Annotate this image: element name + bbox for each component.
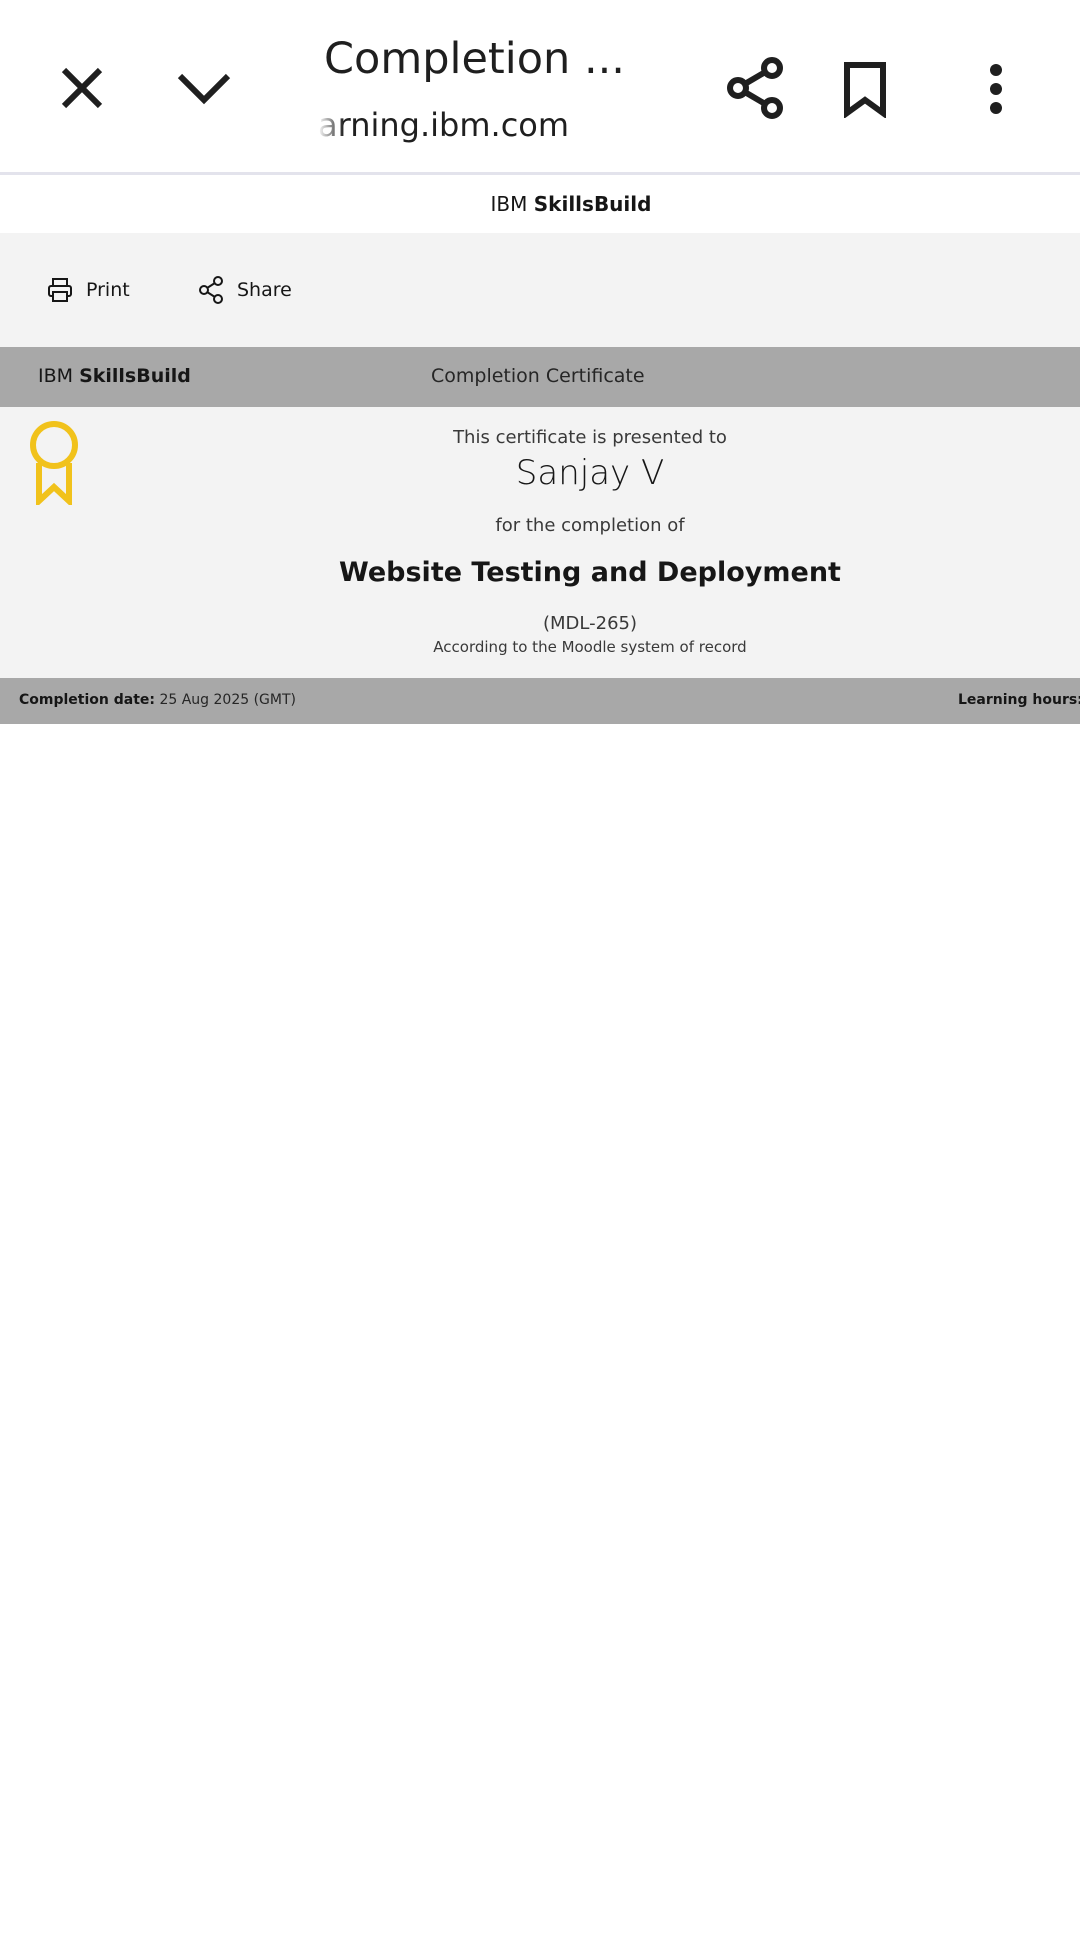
certificate-header: IBM SkillsBuild Completion Certificate [0,347,1080,407]
certificate-brand: IBM SkillsBuild [38,365,191,387]
print-button[interactable]: Print [46,273,130,307]
certificate-body: This certificate is presented to Sanjay … [0,407,1080,678]
browser-toolbar: Completion ... arning.ibm.com [0,0,1080,175]
course-name: Website Testing and Deployment [339,557,841,588]
close-icon[interactable] [52,58,112,118]
cert-brand-name: SkillsBuild [79,365,191,387]
page-title[interactable]: Completion ... [324,34,625,84]
printer-icon [48,278,72,302]
brand-prefix: IBM [490,192,528,216]
certificate-title: Completion Certificate [431,365,645,387]
cert-brand-prefix: IBM [38,365,74,387]
share-icon [199,276,223,304]
print-label: Print [86,279,130,301]
share-icon[interactable] [724,56,788,120]
chevron-down-icon[interactable] [172,60,236,116]
record-note: According to the Moodle system of record [433,638,747,656]
learning-hours-label: Learning hours: [958,692,1080,708]
presented-to-text: This certificate is presented to [453,427,727,448]
certificate-footer: Completion date: 25 Aug 2025 (GMT) Learn… [0,678,1080,724]
bookmark-icon[interactable] [838,58,892,120]
brand-name: SkillsBuild [533,192,652,216]
completion-date: Completion date: 25 Aug 2025 (GMT) [19,692,296,708]
completion-date-label: Completion date: [19,692,156,708]
share-label: Share [237,279,292,301]
medal-icon [30,421,78,505]
course-code: (MDL-265) [543,613,637,634]
recipient-name: Sanjay V [515,453,665,493]
completion-date-value: 25 Aug 2025 (GMT) [159,692,297,708]
share-button[interactable]: Share [197,273,292,307]
url-fade [318,104,344,148]
page-url[interactable]: arning.ibm.com [318,106,578,144]
action-bar: Print Share [0,233,1080,347]
for-completion-text: for the completion of [495,515,685,536]
learning-hours: Learning hours: 2 [958,692,1080,708]
site-brand[interactable]: IBM SkillsBuild [0,175,1080,233]
more-vert-icon[interactable] [978,58,1014,120]
